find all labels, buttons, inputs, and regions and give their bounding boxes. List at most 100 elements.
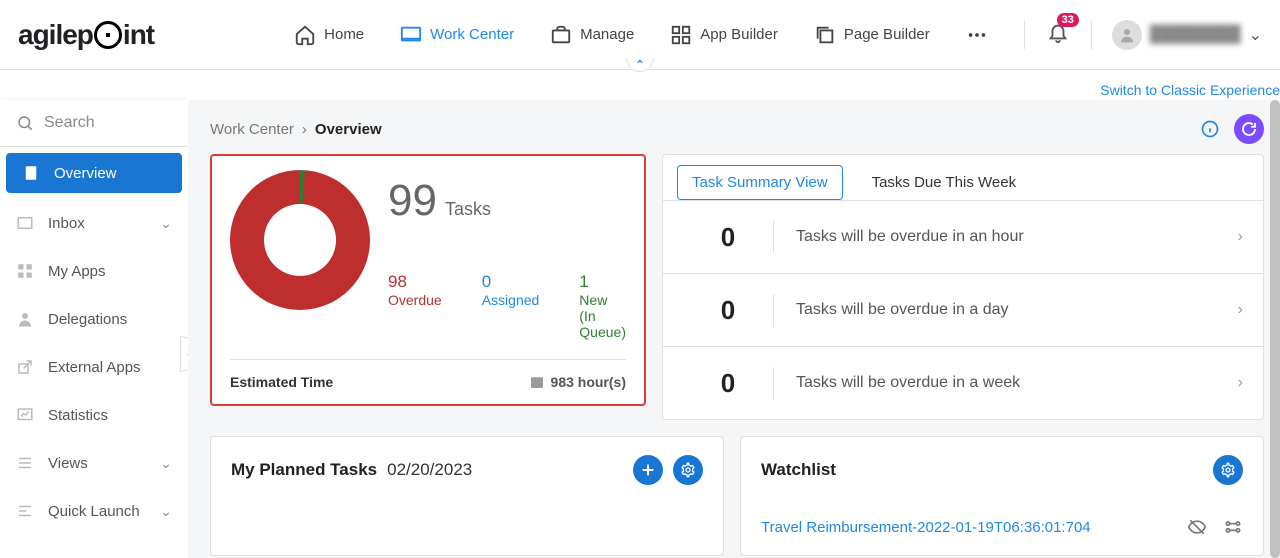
tab-tasks-due-this-week[interactable]: Tasks Due This Week: [857, 165, 1032, 200]
breadcrumb: Work Center › Overview: [210, 114, 1264, 144]
breadcrumb-parent[interactable]: Work Center: [210, 121, 294, 138]
nav-label: Work Center: [430, 26, 514, 43]
chart-icon: [16, 406, 34, 424]
due-row-day[interactable]: 0 Tasks will be overdue in a day ›: [663, 273, 1263, 346]
search-input[interactable]: Search: [0, 100, 188, 147]
nav-app-builder[interactable]: App Builder: [670, 24, 778, 46]
chevron-right-icon: ›: [1238, 228, 1243, 246]
chevron-down-icon: ⌄: [1249, 25, 1262, 45]
tab-task-summary-view[interactable]: Task Summary View: [677, 165, 843, 200]
scrollbar[interactable]: [1270, 100, 1280, 558]
stat-label: New: [579, 292, 626, 308]
sidebar: Search Overview Inbox ⌄ My Apps Delegati…: [0, 100, 188, 558]
sidebar-item-delegations[interactable]: Delegations: [0, 295, 188, 343]
sidebar-item-overview[interactable]: Overview: [6, 153, 182, 193]
add-planned-task-button[interactable]: [633, 455, 663, 485]
plus-icon: [640, 462, 656, 478]
gear-icon: [680, 462, 696, 478]
options-icon[interactable]: [1223, 517, 1243, 537]
apps-icon: [16, 262, 34, 280]
search-placeholder: Search: [44, 114, 95, 132]
sidebar-item-label: Views: [48, 455, 88, 472]
clipboard-icon: [22, 164, 40, 182]
sidebar-item-views[interactable]: Views ⌄: [0, 439, 188, 487]
sidebar-item-external-apps[interactable]: External Apps: [0, 343, 188, 391]
header-right: 33 ████████ ⌄: [1024, 20, 1262, 50]
card-title: Watchlist: [761, 460, 836, 480]
stat-assigned[interactable]: 0 Assigned: [482, 272, 540, 340]
nav-manage[interactable]: Manage: [550, 24, 634, 46]
sidebar-item-label: Quick Launch: [48, 503, 140, 520]
briefcase-icon: [550, 24, 572, 46]
search-icon: [16, 114, 34, 132]
sidebar-item-label: My Apps: [48, 263, 106, 280]
stat-overdue[interactable]: 98 Overdue: [388, 272, 442, 340]
sidebar-item-label: Delegations: [48, 311, 127, 328]
user-menu[interactable]: ████████ ⌄: [1091, 20, 1262, 50]
due-count: 0: [683, 368, 773, 399]
chevron-down-icon: ⌄: [160, 503, 172, 520]
chevron-right-icon: ›: [1238, 374, 1243, 392]
app-logo: agilep int: [18, 19, 154, 51]
list-icon: [16, 454, 34, 472]
breadcrumb-current: Overview: [315, 121, 382, 138]
sidebar-item-statistics[interactable]: Statistics: [0, 391, 188, 439]
nav-home[interactable]: Home: [294, 24, 364, 46]
sidebar-item-label: Inbox: [48, 215, 85, 232]
refresh-icon: [1240, 120, 1258, 138]
inbox-icon: [16, 214, 34, 232]
avatar: [1112, 20, 1142, 50]
due-count: 0: [683, 295, 773, 326]
monitor-icon: [400, 24, 422, 46]
due-text: Tasks will be overdue in a week: [796, 374, 1020, 392]
nav-page-builder[interactable]: Page Builder: [814, 24, 930, 46]
tasks-due-card: Task Summary View Tasks Due This Week 0 …: [662, 154, 1264, 420]
watchlist-item: Travel Reimbursement-2022-01-19T06:36:01…: [761, 517, 1243, 537]
info-icon[interactable]: [1200, 119, 1220, 139]
nav-label: Page Builder: [844, 26, 930, 43]
nav-label: Home: [324, 26, 364, 43]
due-text: Tasks will be overdue in a day: [796, 301, 1009, 319]
chevron-down-icon: ⌄: [160, 455, 172, 472]
estimated-time-value: 983 hour(s): [551, 374, 626, 390]
sidebar-item-quick-launch[interactable]: Quick Launch ⌄: [0, 487, 188, 535]
external-icon: [16, 358, 34, 376]
due-row-week[interactable]: 0 Tasks will be overdue in a week ›: [663, 346, 1263, 419]
refresh-button[interactable]: [1234, 114, 1264, 144]
nav-more[interactable]: [966, 24, 988, 46]
stat-label: Overdue: [388, 292, 442, 308]
sidebar-item-label: Overview: [54, 165, 117, 182]
chevron-down-icon: ⌄: [160, 215, 172, 232]
total-tasks-label: Tasks: [445, 199, 491, 220]
sliders-icon: [16, 502, 34, 520]
separator: [773, 221, 774, 253]
notifications-button[interactable]: 33: [1047, 21, 1069, 48]
planned-date: 02/20/2023: [387, 460, 472, 480]
logo-text: int: [123, 19, 154, 51]
sidebar-item-inbox[interactable]: Inbox ⌄: [0, 199, 188, 247]
stat-new[interactable]: 1 New (In Queue): [579, 272, 626, 340]
logo-text: agilep: [18, 19, 93, 51]
task-summary-card: 99 Tasks 98 Overdue 0 Assigned 1 New (I: [210, 154, 646, 406]
gear-icon: [1220, 462, 1236, 478]
user-icon: [16, 310, 34, 328]
due-count: 0: [683, 222, 773, 253]
user-name: ████████: [1150, 26, 1241, 44]
switch-classic-link[interactable]: Switch to Classic Experience: [1100, 82, 1280, 98]
separator: [773, 367, 774, 399]
task-donut-chart[interactable]: [230, 170, 370, 310]
total-tasks-count: 99: [388, 176, 437, 226]
planned-settings-button[interactable]: [673, 455, 703, 485]
watchlist-settings-button[interactable]: [1213, 455, 1243, 485]
unwatch-icon[interactable]: [1187, 517, 1207, 537]
due-row-hour[interactable]: 0 Tasks will be overdue in an hour ›: [663, 200, 1263, 273]
more-icon: [966, 24, 988, 46]
nav-label: App Builder: [700, 26, 778, 43]
home-icon: [294, 24, 316, 46]
nav-work-center[interactable]: Work Center: [400, 24, 514, 46]
nav-label: Manage: [580, 26, 634, 43]
watchlist-link[interactable]: Travel Reimbursement-2022-01-19T06:36:01…: [761, 519, 1091, 536]
top-nav: Home Work Center Manage App Builder Page…: [294, 24, 988, 46]
sidebar-item-my-apps[interactable]: My Apps: [0, 247, 188, 295]
main-content: Work Center › Overview 99 Tasks: [188, 100, 1280, 558]
